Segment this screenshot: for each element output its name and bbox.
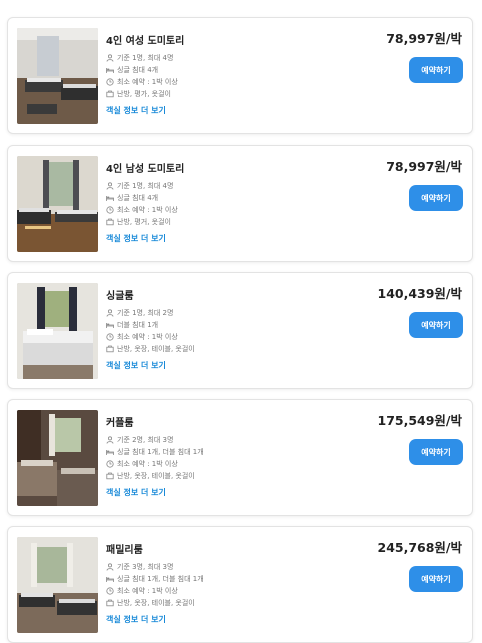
room-price: 140,439원/박 (377, 286, 463, 301)
amenities-text: 난방, 평가, 옷걸이 (117, 90, 171, 98)
amenities-row: 난방, 옷장, 테이블, 옷걸이 (106, 343, 195, 355)
room-card: 싱글룸 기준 1명, 최대 2명 더블 침대 1개 최소 예약 : 1박 이상 … (7, 272, 473, 389)
person-icon (106, 54, 115, 62)
room-card: 4인 여성 도미토리 기준 1명, 최대 4명 싱글 침대 4개 최소 예약 :… (7, 17, 473, 134)
min-stay-row: 최소 예약 : 1박 이상 (106, 458, 204, 470)
min-stay-text: 최소 예약 : 1박 이상 (117, 460, 178, 468)
person-icon (106, 182, 115, 190)
room-photo[interactable] (17, 283, 98, 379)
amenities-text: 난방, 옷장, 테이블, 옷걸이 (117, 472, 195, 480)
room-details: 기준 1명, 최대 4명 싱글 침대 4개 최소 예약 : 1박 이상 난방, … (106, 52, 178, 100)
amenities-icon (106, 90, 115, 98)
room-title: 4인 남성 도미토리 (106, 164, 185, 175)
room-title: 싱글룸 (106, 291, 134, 302)
bed-icon (106, 448, 115, 456)
person-icon (106, 436, 115, 444)
amenities-row: 난방, 평가, 옷걸이 (106, 88, 178, 100)
min-stay-row: 최소 예약 : 1박 이상 (106, 204, 178, 216)
reserve-button[interactable]: 예약하기 (409, 439, 463, 465)
room-card: 4인 남성 도미토리 기준 1명, 최대 4명 싱글 침대 4개 최소 예약 :… (7, 145, 473, 262)
capacity-row: 기준 1명, 최대 2명 (106, 307, 195, 319)
bed-text: 더블 침대 1개 (117, 321, 159, 329)
person-icon (106, 563, 115, 571)
room-price: 78,997원/박 (386, 31, 462, 46)
capacity-text: 기준 1명, 최대 2명 (117, 309, 174, 317)
clock-icon (106, 333, 115, 341)
capacity-row: 기준 1명, 최대 4명 (106, 180, 178, 192)
min-stay-row: 최소 예약 : 1박 이상 (106, 76, 178, 88)
bed-row: 더블 침대 1개 (106, 319, 195, 331)
min-stay-text: 최소 예약 : 1박 이상 (117, 333, 178, 341)
min-stay-text: 최소 예약 : 1박 이상 (117, 78, 178, 86)
capacity-row: 기준 2명, 최대 3명 (106, 434, 204, 446)
min-stay-text: 최소 예약 : 1박 이상 (117, 206, 178, 214)
amenities-icon (106, 472, 115, 480)
room-info-link[interactable]: 객실 정보 더 보기 (106, 614, 166, 625)
clock-icon (106, 78, 115, 86)
capacity-text: 기준 2명, 최대 3명 (117, 436, 174, 444)
room-photo[interactable] (17, 537, 98, 633)
min-stay-row: 최소 예약 : 1박 이상 (106, 585, 204, 597)
clock-icon (106, 587, 115, 595)
amenities-icon (106, 345, 115, 353)
room-card: 커플룸 기준 2명, 최대 3명 싱글 침대 1개, 더블 침대 1개 최소 예… (7, 399, 473, 516)
reserve-button[interactable]: 예약하기 (409, 57, 463, 83)
amenities-row: 난방, 옷장, 테이블, 옷걸이 (106, 470, 204, 482)
bed-row: 싱글 침대 4개 (106, 64, 178, 76)
person-icon (106, 309, 115, 317)
min-stay-row: 최소 예약 : 1박 이상 (106, 331, 195, 343)
reserve-button[interactable]: 예약하기 (409, 566, 463, 592)
room-price: 245,768원/박 (377, 540, 463, 555)
bed-icon (106, 321, 115, 329)
reserve-button[interactable]: 예약하기 (409, 185, 463, 211)
room-title: 커플룸 (106, 418, 134, 429)
room-details: 기준 2명, 최대 3명 싱글 침대 1개, 더블 침대 1개 최소 예약 : … (106, 434, 204, 482)
room-title: 패밀리룸 (106, 545, 143, 556)
capacity-text: 기준 1명, 최대 4명 (117, 54, 174, 62)
capacity-row: 기준 1명, 최대 4명 (106, 52, 178, 64)
room-photo[interactable] (17, 410, 98, 506)
room-details: 기준 1명, 최대 4명 싱글 침대 4개 최소 예약 : 1박 이상 난방, … (106, 180, 178, 228)
room-info-link[interactable]: 객실 정보 더 보기 (106, 487, 166, 498)
room-details: 기준 3명, 최대 3명 싱글 침대 1개, 더블 침대 1개 최소 예약 : … (106, 561, 204, 609)
room-price: 175,549원/박 (377, 413, 463, 428)
capacity-row: 기준 3명, 최대 3명 (106, 561, 204, 573)
bed-row: 싱글 침대 1개, 더블 침대 1개 (106, 446, 204, 458)
amenities-text: 난방, 옷장, 테이블, 옷걸이 (117, 345, 195, 353)
capacity-text: 기준 3명, 최대 3명 (117, 563, 174, 571)
room-info-link[interactable]: 객실 정보 더 보기 (106, 233, 166, 244)
bed-text: 싱글 침대 1개, 더블 침대 1개 (117, 448, 204, 456)
bed-icon (106, 575, 115, 583)
amenities-icon (106, 599, 115, 607)
room-title: 4인 여성 도미토리 (106, 36, 185, 47)
amenities-row: 난방, 평거, 옷걸이 (106, 216, 178, 228)
bed-row: 싱글 침대 4개 (106, 192, 178, 204)
room-details: 기준 1명, 최대 2명 더블 침대 1개 최소 예약 : 1박 이상 난방, … (106, 307, 195, 355)
bed-text: 싱글 침대 4개 (117, 66, 159, 74)
bed-text: 싱글 침대 1개, 더블 침대 1개 (117, 575, 204, 583)
room-list: 4인 여성 도미토리 기준 1명, 최대 4명 싱글 침대 4개 최소 예약 :… (0, 0, 482, 643)
room-info-link[interactable]: 객실 정보 더 보기 (106, 360, 166, 371)
bed-row: 싱글 침대 1개, 더블 침대 1개 (106, 573, 204, 585)
clock-icon (106, 460, 115, 468)
room-photo[interactable] (17, 28, 98, 124)
clock-icon (106, 206, 115, 214)
min-stay-text: 최소 예약 : 1박 이상 (117, 587, 178, 595)
amenities-icon (106, 218, 115, 226)
bed-text: 싱글 침대 4개 (117, 194, 159, 202)
room-info-link[interactable]: 객실 정보 더 보기 (106, 105, 166, 116)
room-photo[interactable] (17, 156, 98, 252)
bed-icon (106, 66, 115, 74)
reserve-button[interactable]: 예약하기 (409, 312, 463, 338)
amenities-text: 난방, 평거, 옷걸이 (117, 218, 171, 226)
room-price: 78,997원/박 (386, 159, 462, 174)
bed-icon (106, 194, 115, 202)
amenities-text: 난방, 옷장, 테이블, 옷걸이 (117, 599, 195, 607)
amenities-row: 난방, 옷장, 테이블, 옷걸이 (106, 597, 204, 609)
room-card: 패밀리룸 기준 3명, 최대 3명 싱글 침대 1개, 더블 침대 1개 최소 … (7, 526, 473, 643)
capacity-text: 기준 1명, 최대 4명 (117, 182, 174, 190)
